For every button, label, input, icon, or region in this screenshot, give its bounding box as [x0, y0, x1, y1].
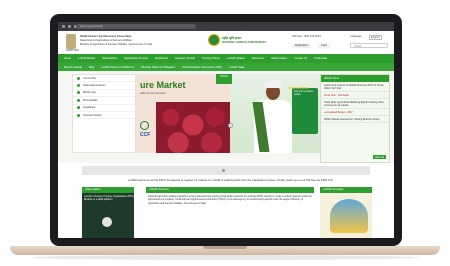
- login-link[interactable]: Login: [318, 43, 331, 48]
- market-headline: ure Market: [140, 80, 186, 90]
- laptop-screen: enam.gov.in/web सत्यमेव जयते Small Farme…: [58, 22, 394, 238]
- primary-nav: Home e-NAM Mandis Stakeholders Registrat…: [58, 54, 394, 63]
- nav-item[interactable]: e-NAM updates: [227, 57, 245, 60]
- ministry-line-3: Ministry of Agriculture & Farmers Welfar…: [80, 43, 153, 46]
- side-menu-item[interactable]: Guidelines: [73, 105, 135, 112]
- slider-dot[interactable]: [222, 169, 225, 172]
- campaign-image: [330, 199, 368, 233]
- bullet-icon: [77, 113, 80, 117]
- search-input[interactable]: Search: [350, 43, 388, 48]
- ccf-label: CCF: [140, 132, 151, 138]
- video-thumbnail[interactable]: Launch of Farmer Produce Organisation (F…: [82, 193, 134, 238]
- bullet-icon: [77, 84, 80, 88]
- overview-text: National Agriculture Market (eNAM) is a …: [148, 195, 312, 205]
- overview-box: National Agriculture Market (eNAM) is a …: [146, 193, 314, 238]
- side-menu-label: State-wise/Lessons: [83, 84, 106, 88]
- news-item[interactable]: APMC Mandis selected list: Training Boar…: [321, 116, 389, 123]
- ticker-strip: [82, 166, 370, 175]
- nav-item[interactable]: Adoptive Tasks and Mitigation: [141, 66, 175, 69]
- side-menu-item[interactable]: Commodity: [73, 75, 135, 83]
- nav-item[interactable]: Acquaint Yourself: [175, 57, 195, 60]
- address-bar[interactable]: enam.gov.in/web: [76, 24, 196, 29]
- play-icon[interactable]: [102, 217, 112, 227]
- onions-image: [156, 102, 230, 153]
- nav-item[interactable]: Stakeholders: [102, 57, 117, 60]
- side-menu-label: Mobile App: [83, 91, 96, 95]
- nav-item[interactable]: Contact Us: [294, 57, 307, 60]
- carousel-prev-button[interactable]: ‹: [228, 123, 233, 128]
- language-label: Language: [350, 35, 362, 38]
- ministry-line-1: Small Farmers Agri-Business Consortium: [80, 35, 132, 38]
- nav-item[interactable]: Dashboard: [155, 57, 168, 60]
- promo-card: Sell your produce online: [292, 88, 318, 134]
- view-all-button[interactable]: View All: [372, 155, 386, 159]
- whats-new-title: What's New: [321, 75, 389, 82]
- laptop-shadow: [30, 255, 420, 260]
- side-menu-label: Guidelines: [83, 106, 96, 110]
- ccf-logo-icon: [140, 121, 149, 130]
- side-menu: Commodity State-wise/Lessons Mobile App …: [72, 74, 136, 153]
- nav-item[interactable]: National Market Intervention (NMI): [182, 66, 222, 69]
- sfac-logo: SFAC: [216, 74, 232, 84]
- bullet-icon: [77, 98, 80, 102]
- news-item[interactable]: Grant Fund scheme for Mahila Promoted FP…: [321, 82, 389, 92]
- farmer-cap: [264, 80, 282, 88]
- news-item[interactable]: e-Integrated Budget - 2017: [321, 109, 389, 116]
- nav-item[interactable]: Media Gallery: [271, 57, 287, 60]
- reach-more-text: REACH MORE: [288, 86, 309, 90]
- nav-item[interactable]: Home: [64, 57, 71, 60]
- nav-item[interactable]: Resources: [252, 57, 264, 60]
- video-caption: Launch of Farmer Produce Organisation (F…: [84, 195, 134, 201]
- side-menu-item[interactable]: Mobile App: [73, 90, 135, 98]
- logo-hindi: राष्ट्रीय कृषि बाजार: [222, 36, 242, 40]
- market-banner[interactable]: ure Market with Crore Farmers CCF: [136, 74, 230, 153]
- news-item[interactable]: Press Note - Farmtastic: [321, 92, 389, 99]
- tollfree-number: Toll Free: 1800 270 0224: [292, 35, 321, 38]
- side-menu-item[interactable]: State-wise/Lessons: [73, 82, 135, 90]
- bullet-icon: [77, 106, 80, 110]
- laptop-notch: [203, 246, 247, 249]
- site-header: सत्यमेव जयते Small Farmers Agri-Business…: [58, 31, 394, 54]
- bullet-icon: [77, 91, 80, 95]
- side-menu-item[interactable]: Price Details: [73, 97, 135, 105]
- nav-item[interactable]: Training Videos: [202, 57, 220, 60]
- nav-item[interactable]: e-NAM Trade: [229, 66, 244, 69]
- nav-item[interactable]: Blog: [89, 66, 94, 69]
- window-minimize-dot[interactable]: [68, 25, 71, 28]
- side-menu-label: Success Stories: [83, 113, 102, 117]
- secondary-nav: Mandis Outside Blog e-NAM Partners & Pla…: [58, 63, 394, 71]
- whats-new-panel: What's New Grant Fund scheme for Mahila …: [320, 74, 390, 163]
- nav-item[interactable]: Trade Data: [314, 57, 327, 60]
- side-menu-label: Price Details: [83, 98, 98, 102]
- ministry-line-2: Department of Agriculture & Farmers Welf…: [80, 39, 132, 42]
- logo-english: NATIONAL AGRICULTURE MARKET: [222, 41, 267, 44]
- campaign-box[interactable]: [320, 193, 372, 238]
- nav-item[interactable]: e-NAM Partners & Platforms: [101, 66, 134, 69]
- market-subline: with Crore Farmers: [140, 91, 166, 95]
- side-menu-item[interactable]: Success Stories: [73, 112, 135, 120]
- emblem-text: सत्यमेव जयते: [66, 49, 79, 52]
- nav-item[interactable]: e-NAM Mandis: [78, 57, 95, 60]
- nav-item[interactable]: Registration Process: [124, 57, 148, 60]
- language-select[interactable]: English: [369, 35, 382, 40]
- news-item[interactable]: Trade Data: Agricultural Marketing Board…: [321, 99, 389, 109]
- welcome-marquee: e-NAM welcomes all the FPOs & requests t…: [128, 178, 333, 182]
- nav-item[interactable]: Mandis Outside: [64, 66, 82, 69]
- enam-logo-icon[interactable]: [208, 34, 220, 46]
- side-menu-label: Commodity: [83, 76, 97, 80]
- national-emblem-icon: [66, 34, 76, 49]
- bullet-icon: [77, 76, 80, 80]
- window-close-dot[interactable]: [62, 25, 65, 28]
- registration-link[interactable]: Registration: [292, 43, 312, 48]
